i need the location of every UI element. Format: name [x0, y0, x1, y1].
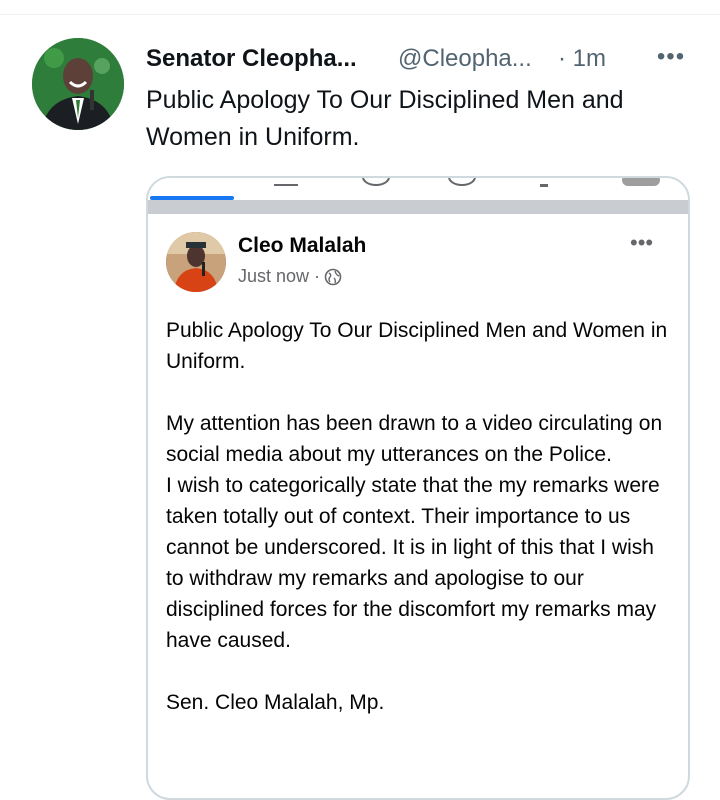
post-time[interactable]: Just now ·: [238, 266, 320, 287]
author-name[interactable]: Senator Cleopha...: [146, 42, 357, 76]
tweet-text: Public Apology To Our Disciplined Men an…: [146, 86, 624, 151]
tab-icon: [274, 178, 298, 186]
profile-tab-icon: [622, 178, 660, 186]
post-meta: Just now ·: [238, 266, 342, 287]
post-paragraph: I wish to categorically state that the m…: [166, 474, 660, 652]
tab-icon: [448, 178, 476, 186]
tweet-header: Senator Cleopha... @Cleopha... · 1m •••: [146, 42, 706, 76]
top-divider: [0, 14, 720, 15]
post-body: Public Apology To Our Disciplined Men an…: [166, 315, 676, 718]
post-author-avatar[interactable]: [166, 232, 226, 292]
tab-icon: [540, 178, 548, 187]
author-avatar[interactable]: [32, 38, 124, 130]
profile-photo-icon: [32, 38, 124, 130]
post-author-name[interactable]: Cleo Malalah: [238, 234, 366, 258]
tweet-timestamp[interactable]: · 1m: [558, 42, 606, 76]
attached-screenshot[interactable]: Cleo Malalah Just now · ••• Public Apolo…: [146, 176, 690, 800]
more-options-button[interactable]: •••: [654, 40, 688, 74]
separator-strip: [148, 200, 688, 214]
facebook-tab-bar: [148, 178, 688, 200]
post-paragraph: My attention has been drawn to a video c…: [166, 412, 663, 466]
globe-icon: [324, 268, 342, 285]
author-handle[interactable]: @Cleopha...: [398, 42, 532, 76]
post-more-options-button[interactable]: •••: [630, 230, 653, 256]
tab-icon: [362, 178, 390, 186]
post-signature: Sen. Cleo Malalah, Mp.: [166, 691, 385, 714]
profile-photo-icon: [166, 232, 226, 292]
post-title: Public Apology To Our Disciplined Men an…: [166, 319, 668, 373]
